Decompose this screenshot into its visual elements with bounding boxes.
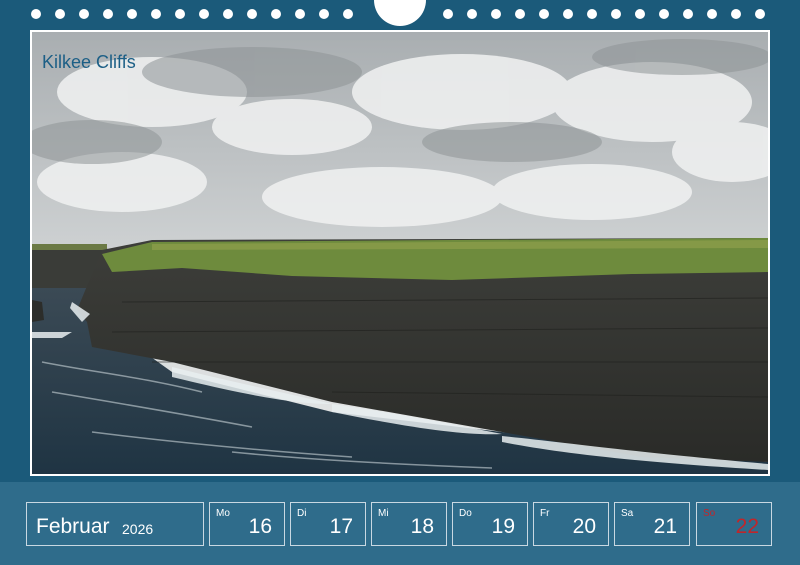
binding-hole <box>587 9 597 19</box>
binding-hole <box>151 9 161 19</box>
binding-hole <box>127 9 137 19</box>
weekday-label: Do <box>459 508 472 519</box>
day-number: 20 <box>572 515 596 538</box>
weekday-label: Sa <box>621 508 634 519</box>
binding-hole <box>659 9 669 19</box>
binding-hole <box>55 9 65 19</box>
binding-hole <box>199 9 209 19</box>
binding-hole <box>563 9 573 19</box>
month-name: Februar <box>36 515 110 538</box>
hanger-notch <box>374 0 426 26</box>
calendar-strip: Februar 2026 Mo 16 Di 17 Mi 18 Do 19 Fr … <box>0 482 800 565</box>
binding-hole <box>271 9 281 19</box>
binding-hole <box>683 9 693 19</box>
binding-hole <box>343 9 353 19</box>
day-cell: Fr 20 <box>533 502 609 546</box>
day-number: 21 <box>653 515 677 538</box>
binding-hole <box>755 9 765 19</box>
spiral-binding <box>0 0 800 28</box>
binding-hole <box>295 9 305 19</box>
day-number: 19 <box>491 515 515 538</box>
binding-hole <box>103 9 113 19</box>
day-number: 22 <box>735 515 759 538</box>
binding-hole <box>539 9 549 19</box>
calendar-page: Kilkee Cliffs <box>0 0 800 482</box>
cliff-photo: Kilkee Cliffs <box>30 30 770 476</box>
binding-hole <box>707 9 717 19</box>
month-label: Februar 2026 <box>26 502 204 546</box>
day-number: 16 <box>248 515 272 538</box>
binding-hole <box>491 9 501 19</box>
day-cell: Mi 18 <box>371 502 447 546</box>
day-number: 18 <box>410 515 434 538</box>
weekday-label: So <box>703 508 716 519</box>
binding-hole <box>635 9 645 19</box>
day-cell: Di 17 <box>290 502 366 546</box>
month-year: 2026 <box>122 521 154 537</box>
photo-caption: Kilkee Cliffs <box>42 52 136 72</box>
binding-hole <box>731 9 741 19</box>
binding-hole <box>175 9 185 19</box>
weekday-label: Mo <box>216 508 230 519</box>
day-cell-sunday: So 22 <box>696 502 772 546</box>
day-cell: Do 19 <box>452 502 528 546</box>
binding-hole <box>443 9 453 19</box>
weekday-label: Di <box>297 508 307 519</box>
binding-hole <box>79 9 89 19</box>
binding-hole <box>515 9 525 19</box>
day-cell: Sa 21 <box>614 502 690 546</box>
landscape-illustration <box>32 32 768 474</box>
binding-hole <box>31 9 41 19</box>
day-cell: Mo 16 <box>209 502 285 546</box>
binding-hole <box>467 9 477 19</box>
binding-hole <box>319 9 329 19</box>
binding-hole <box>611 9 621 19</box>
binding-hole <box>247 9 257 19</box>
day-number: 17 <box>329 515 353 538</box>
binding-hole <box>223 9 233 19</box>
weekday-label: Fr <box>540 508 550 519</box>
weekday-label: Mi <box>378 508 389 519</box>
